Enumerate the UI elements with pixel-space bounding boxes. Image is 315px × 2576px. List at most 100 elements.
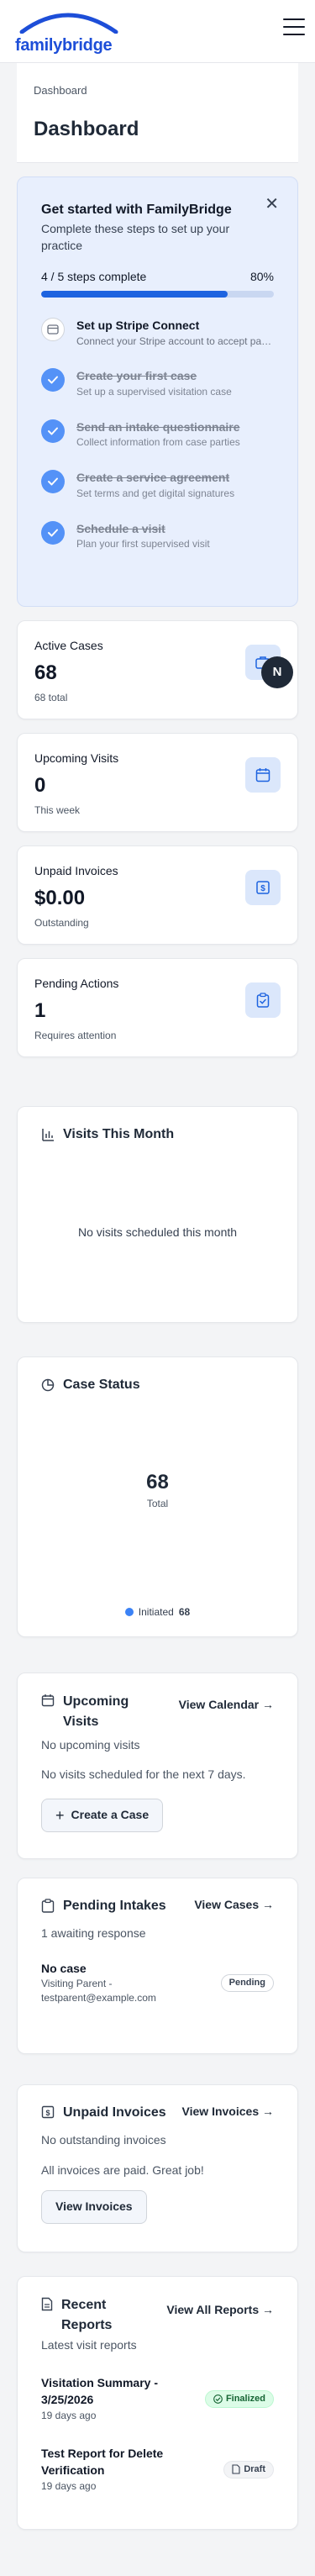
bar-chart-icon: [41, 1128, 55, 1141]
check-circle-icon: [213, 2394, 223, 2404]
dollar-icon: $: [245, 869, 281, 905]
page-header: Dashboard Dashboard: [17, 63, 298, 163]
onboarding-step-schedule[interactable]: Schedule a visit Plan your first supervi…: [41, 520, 274, 551]
stripe-card-icon: [41, 317, 65, 341]
report-date: 19 days ago: [41, 2409, 97, 2421]
onboarding-progress-bar: [41, 290, 274, 298]
step-description: Collect information from case parties: [76, 436, 240, 449]
stat-label: Active Cases: [34, 638, 103, 652]
onboarding-step-agreement[interactable]: Create a service agreement Set terms and…: [41, 470, 274, 500]
list-item[interactable]: Test Report for Delete Verification 19 d…: [41, 2446, 274, 2493]
stat-value: 0: [34, 774, 46, 798]
view-invoices-button[interactable]: View Invoices: [41, 2190, 147, 2224]
stat-card-active-cases[interactable]: Active Cases 68 68 total N: [17, 619, 298, 719]
case-total-label: Total: [146, 1497, 169, 1509]
onboarding-title: Get started with FamilyBridge: [41, 202, 232, 217]
intake-email: testparent@example.com: [41, 1992, 156, 2004]
check-icon: [41, 520, 65, 545]
logo-text: familybridge: [15, 36, 113, 55]
stat-value: 68: [34, 661, 57, 685]
panel-title: Pending Intakes: [63, 1898, 166, 1913]
stat-sub: This week: [34, 803, 81, 816]
panel-title: Recent Reports: [61, 2297, 113, 2332]
pie-chart-icon: [41, 1378, 55, 1392]
stat-card-unpaid-invoices[interactable]: Unpaid Invoices $0.00 Outstanding $: [17, 845, 298, 945]
breadcrumb[interactable]: Dashboard: [34, 83, 281, 98]
empty-state: No visits scheduled for the next 7 days.: [41, 1767, 246, 1782]
pending-status: 1 awaiting response: [41, 1926, 146, 1941]
check-icon: [41, 470, 65, 494]
create-case-label: Create a Case: [71, 1807, 150, 1821]
step-title: Create your first case: [76, 369, 197, 383]
clipboard-icon: [41, 1899, 55, 1913]
status-badge: Draft: [223, 2460, 274, 2479]
status-badge: Finalized: [204, 2389, 274, 2409]
step-title: Send an intake questionnaire: [76, 419, 240, 434]
onboarding-progress-label: 4 / 5 steps complete: [41, 270, 147, 284]
unpaid-invoices-panel: $ Unpaid Invoices View Invoices → No out…: [17, 2083, 298, 2252]
stat-card-upcoming-visits[interactable]: Upcoming Visits 0 This week: [17, 732, 298, 832]
stat-label: Unpaid Invoices: [34, 863, 118, 877]
logo[interactable]: familybridge: [15, 8, 124, 55]
view-invoices-link[interactable]: View Invoices →: [182, 2104, 274, 2120]
invoices-status: No outstanding invoices: [41, 2133, 166, 2147]
badge-label: Draft: [244, 2463, 265, 2474]
stat-sub: Outstanding: [34, 916, 89, 929]
empty-state: No visits scheduled this month: [77, 1225, 238, 1240]
pending-intakes-panel: Pending Intakes View Cases → 1 awaiting …: [17, 1877, 298, 2054]
badge-label: Finalized: [225, 2393, 265, 2404]
onboarding-step-intake[interactable]: Send an intake questionnaire Collect inf…: [41, 419, 274, 450]
stat-sub: 68 total: [34, 691, 68, 703]
stat-sub: Requires attention: [34, 1029, 117, 1041]
view-calendar-link[interactable]: View Calendar →: [179, 1697, 274, 1714]
onboarding-subtitle: Complete these steps to set up your prac…: [41, 222, 230, 252]
onboarding-step-stripe[interactable]: Set up Stripe Connect Connect your Strip…: [41, 317, 274, 348]
case-total-value: 68: [146, 1471, 169, 1494]
page-title: Dashboard: [34, 118, 139, 141]
stat-card-pending-actions[interactable]: Pending Actions 1 Requires attention: [17, 957, 298, 1057]
close-icon[interactable]: ✕: [265, 192, 279, 216]
top-bar: familybridge: [0, 0, 315, 63]
panel-title: Case Status: [63, 1377, 140, 1392]
logo-arc-icon: [19, 13, 118, 34]
step-title: Create a service agreement: [76, 471, 230, 485]
list-item[interactable]: No case Visiting Parent - testparent@exa…: [41, 1961, 274, 2005]
step-description: Plan your first supervised visit: [76, 538, 210, 550]
report-title: Test Report for Delete Verification: [41, 2447, 164, 2477]
avatar[interactable]: N: [261, 656, 293, 688]
case-status-panel: Case Status 68 Total Initiated 68: [17, 1356, 298, 1637]
check-icon: [41, 419, 65, 443]
draft-doc-icon: [232, 2464, 240, 2474]
step-title: Set up Stripe Connect: [76, 318, 200, 332]
chart-legend: Initiated 68: [41, 1605, 274, 1620]
menu-icon[interactable]: [283, 18, 305, 37]
legend-dot: [124, 1607, 134, 1616]
onboarding-card: ✕ Get started with FamilyBridge Complete…: [17, 176, 298, 607]
list-item[interactable]: Visitation Summary - 3/25/2026 19 days a…: [41, 2375, 274, 2422]
clipboard-check-icon: [245, 982, 281, 1018]
plus-icon: +: [55, 1806, 65, 1824]
status-badge: Pending: [220, 1973, 274, 1993]
step-description: Set terms and get digital signatures: [76, 487, 235, 499]
check-icon: [41, 368, 65, 392]
onboarding-step-create-case[interactable]: Create your first case Set up a supervis…: [41, 368, 274, 398]
visits-this-month-panel: Visits This Month No visits scheduled th…: [17, 1105, 298, 1323]
onboarding-progress-percent: 80%: [249, 270, 274, 284]
calendar-icon: [245, 756, 281, 793]
intake-title: No case: [41, 1961, 87, 1975]
stat-value: 1: [34, 999, 46, 1023]
report-date: 19 days ago: [41, 2479, 97, 2492]
document-icon: [41, 2297, 53, 2311]
view-cases-link[interactable]: View Cases →: [194, 1897, 274, 1914]
step-description: Connect your Stripe account to accept pa…: [76, 335, 274, 347]
stat-label: Upcoming Visits: [34, 751, 119, 765]
svg-text:$: $: [45, 2109, 50, 2117]
intake-party: Visiting Parent -: [41, 1978, 113, 1990]
view-all-reports-link[interactable]: View All Reports →: [166, 2302, 274, 2319]
empty-state: All invoices are paid. Great job!: [41, 2162, 204, 2177]
recent-reports-panel: Recent Reports View All Reports → Latest…: [17, 2275, 298, 2530]
upcoming-status: No upcoming visits: [41, 1737, 140, 1752]
panel-title: Upcoming Visits: [63, 1694, 129, 1729]
create-case-button[interactable]: + Create a Case: [41, 1798, 164, 1832]
upcoming-visits-panel: Upcoming Visits View Calendar → No upcom…: [17, 1672, 298, 1859]
